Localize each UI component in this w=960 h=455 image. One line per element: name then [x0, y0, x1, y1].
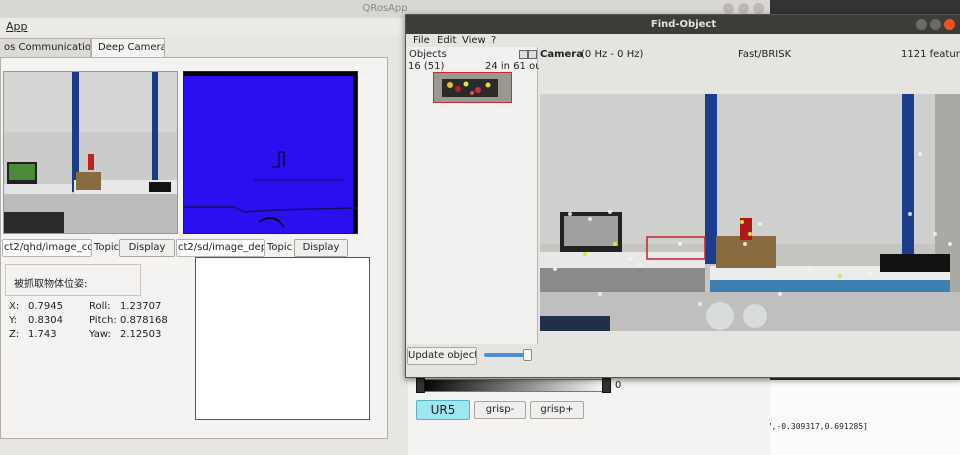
close-icon[interactable]: [753, 3, 764, 14]
depth-topic-label: Topic: [267, 242, 293, 253]
empty-display-area: [195, 257, 370, 420]
maximize-icon[interactable]: [930, 19, 941, 30]
camera-video-view: [540, 94, 960, 331]
dock-float-icon[interactable]: [519, 50, 528, 59]
depth-topic-input[interactable]: ct2/sd/image_depth: [176, 239, 265, 257]
color-camera-image: [3, 71, 178, 234]
pose-pitch-label: Pitch:: [89, 315, 117, 326]
grisp-minus-button[interactable]: grisp-: [474, 401, 526, 419]
camera-detector: Fast/BRISK: [738, 49, 792, 60]
window-title: Find-Object: [650, 19, 717, 30]
pose-groupbox: 被抓取物体位姿:: [5, 264, 141, 296]
objects-title: Objects: [409, 49, 447, 60]
menu-view[interactable]: View: [462, 35, 486, 46]
menu-edit[interactable]: Edit: [437, 35, 456, 46]
tab-bar: os Communications Deep Camera: [0, 38, 400, 58]
deep-camera-panel: ct2/qhd/image_color Topic Display ct2/sd…: [0, 57, 388, 439]
objects-dock: Objects 16 (51) 24 in 61 out: [407, 47, 545, 344]
pose-x-label: X:: [9, 301, 20, 312]
gradient-value: 0: [615, 380, 622, 391]
objects-count: 16 (51): [408, 61, 445, 72]
objects-matches: 24 in 61 out: [485, 61, 546, 72]
pose-x-value: 0.7945: [28, 301, 63, 312]
pose-roll-label: Roll:: [89, 301, 111, 312]
window-title: QRosApp: [362, 3, 408, 14]
pose-z-label: Z:: [9, 329, 20, 340]
depth-display-button[interactable]: Display: [294, 239, 348, 257]
camera-rate: (0 Hz - 0 Hz): [581, 49, 644, 60]
dock-close-icon[interactable]: [528, 50, 537, 59]
pose-heading: 被抓取物体位姿:: [14, 279, 88, 290]
camera-features: 1121 features: [901, 49, 960, 60]
gradient-slider-track[interactable]: [418, 379, 610, 392]
pose-z-value: 1.743: [28, 329, 57, 340]
pose-y-value: 0.8304: [28, 315, 63, 326]
menu-app[interactable]: App: [6, 20, 28, 33]
objects-slider-handle[interactable]: [522, 349, 532, 361]
close-icon[interactable]: [944, 19, 955, 30]
minimize-icon[interactable]: [723, 3, 734, 14]
tab-deep-camera[interactable]: Deep Camera: [91, 38, 165, 58]
pose-y-label: Y:: [9, 315, 18, 326]
object-thumbnail[interactable]: [433, 72, 512, 103]
depth-camera-image: [183, 71, 358, 234]
tab-ros-communications[interactable]: os Communications: [0, 38, 91, 57]
menubar: File Edit View ?: [406, 34, 960, 48]
pose-yaw-value: 2.12503: [120, 329, 162, 340]
terminal-output-line: 17,-0.309317,0.691285]: [762, 422, 868, 431]
camera-label: Camera: [540, 49, 583, 60]
menu-help[interactable]: ?: [491, 35, 496, 46]
pose-roll-value: 1.23707: [120, 301, 162, 312]
color-topic-input[interactable]: ct2/qhd/image_color: [2, 239, 92, 257]
maximize-icon[interactable]: [738, 3, 749, 14]
gradient-slider-left-handle[interactable]: [416, 378, 425, 393]
update-objects-button[interactable]: Update objects: [407, 347, 477, 365]
terminal-window: 17,-0.309317,0.691285]: [762, 380, 960, 455]
color-display-button[interactable]: Display: [119, 239, 175, 257]
color-topic-label: Topic: [94, 242, 120, 253]
menu-file[interactable]: File: [413, 35, 430, 46]
find-object-window: Find-Object File Edit View ? Objects 16 …: [405, 14, 960, 378]
gradient-slider-right-handle[interactable]: [602, 378, 611, 393]
pose-yaw-label: Yaw:: [89, 329, 111, 340]
pose-pitch-value: 0.878168: [120, 315, 168, 326]
grisp-plus-button[interactable]: grisp+: [530, 401, 584, 419]
minimize-icon[interactable]: [916, 19, 927, 30]
window-titlebar[interactable]: Find-Object: [406, 15, 960, 34]
ur5-button[interactable]: UR5: [416, 400, 470, 420]
